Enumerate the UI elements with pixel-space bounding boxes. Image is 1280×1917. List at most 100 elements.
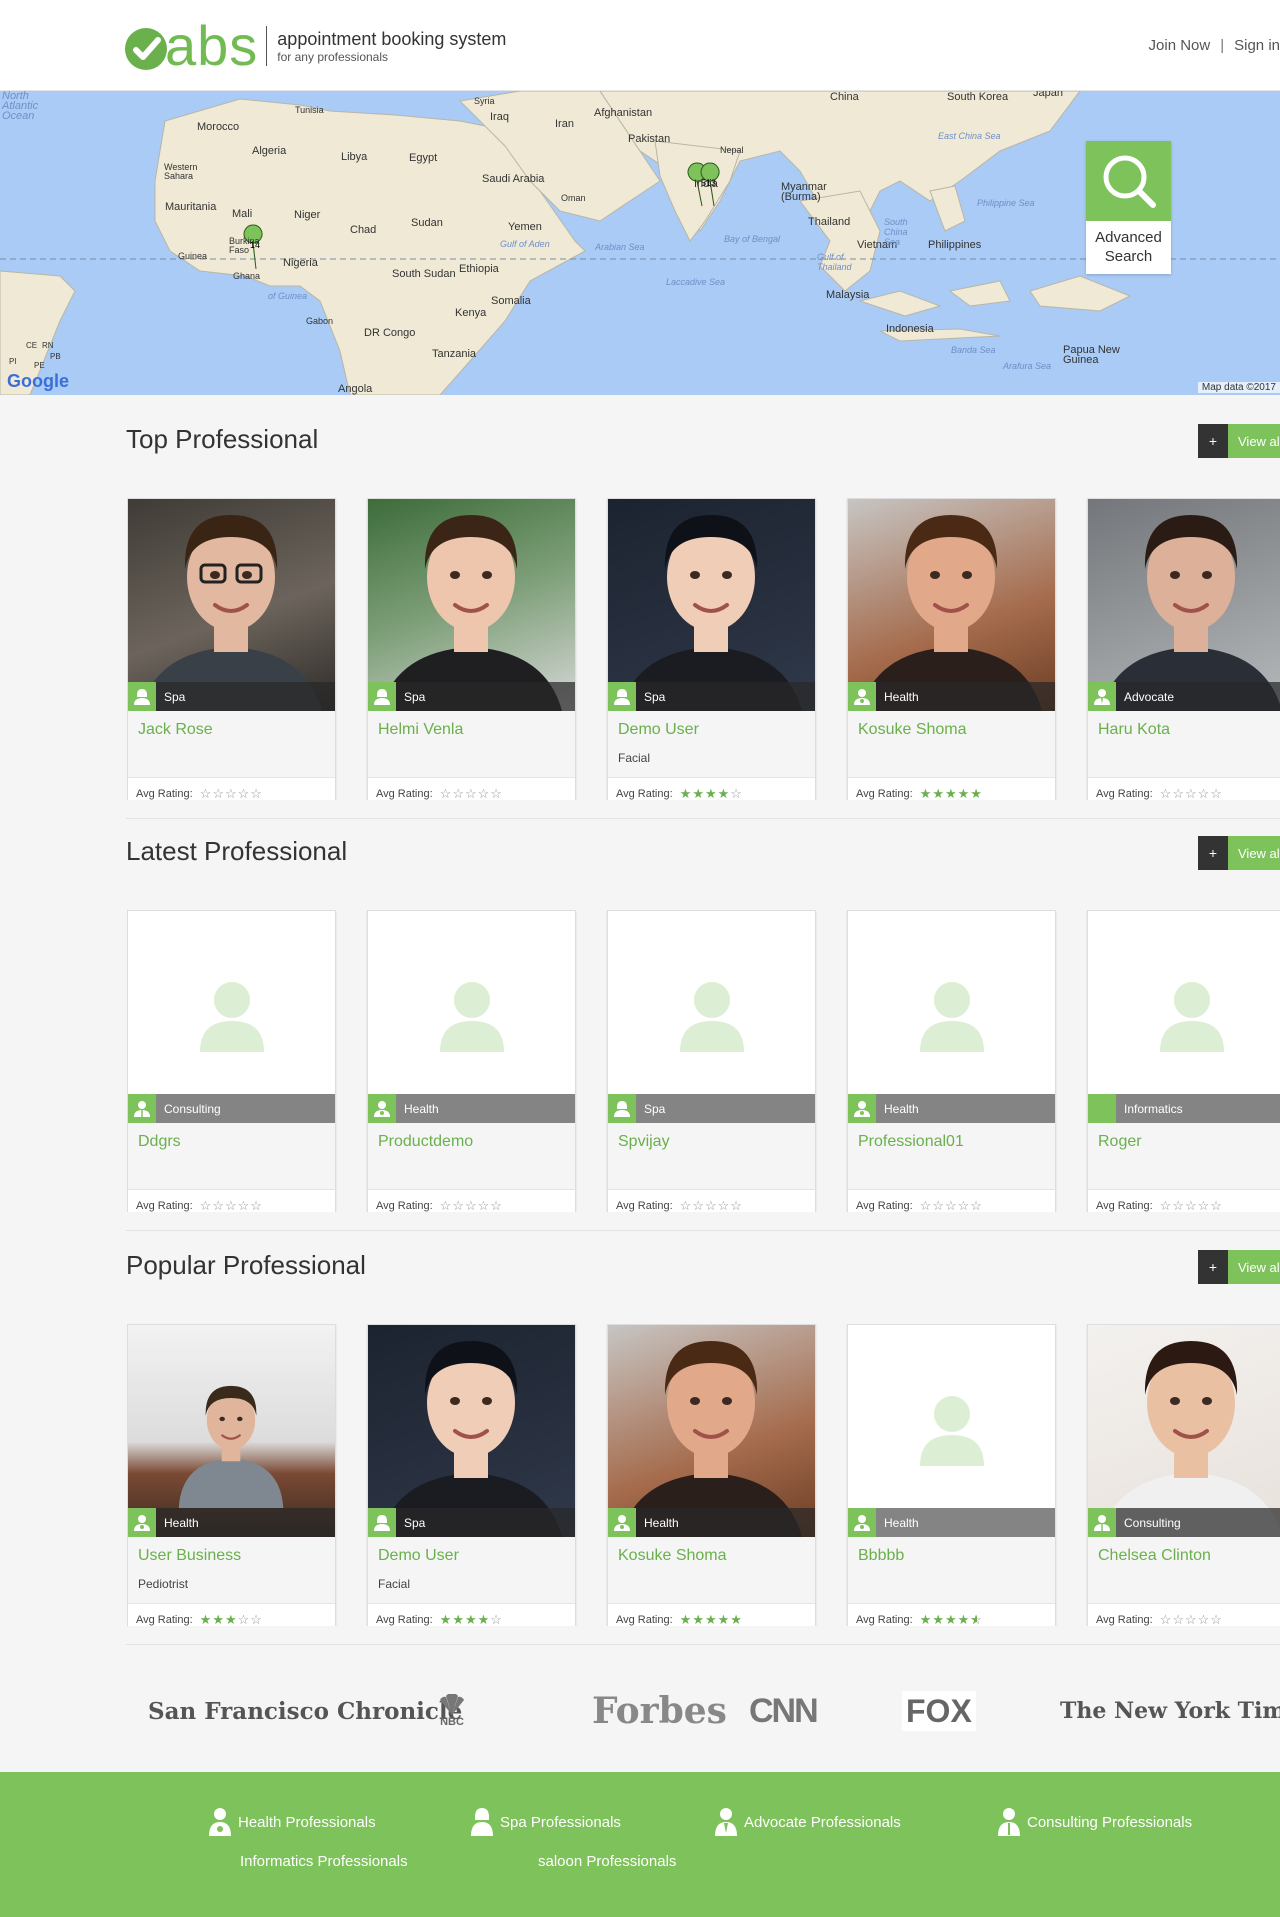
profile-photo[interactable]: Spa [128, 499, 335, 711]
category-label: Advocate [1124, 689, 1175, 704]
profile-portrait [620, 1341, 802, 1537]
professional-card[interactable]: Consulting Chelsea Clinton Avg Rating: ☆… [1087, 1324, 1280, 1626]
map-label: North Atlantic Ocean [2, 91, 39, 122]
profile-photo[interactable]: Health [848, 1325, 1055, 1537]
rating-label: Avg Rating: [376, 1200, 433, 1212]
default-avatar-icon [368, 911, 575, 1123]
footer-link-health[interactable]: Health Professionals [208, 1807, 376, 1837]
professional-name[interactable]: Demo User [608, 711, 815, 745]
professional-card[interactable]: Spa Spvijay Avg Rating: ☆☆☆☆☆ [607, 910, 816, 1212]
site-footer: Health Professionals Spa Professionals A… [0, 1772, 1280, 1917]
professional-name[interactable]: Bbbbb [848, 1537, 1055, 1571]
sign-in-link[interactable]: Sign in [1234, 37, 1280, 54]
footer-link-informatics[interactable]: Informatics Professionals [240, 1853, 408, 1870]
professional-card[interactable]: Spa Demo User Facial Avg Rating: ★★★★☆ [367, 1324, 576, 1626]
professional-specialty: Facial [618, 751, 651, 765]
professional-card[interactable]: Health Kosuke Shoma Avg Rating: ★★★★★ [847, 498, 1056, 800]
professional-name[interactable]: User Business [128, 1537, 335, 1571]
professional-card[interactable]: Spa Jack Rose Avg Rating: ☆☆☆☆☆ [127, 498, 336, 800]
professional-card[interactable]: Health Professional01 Avg Rating: ☆☆☆☆☆ [847, 910, 1056, 1212]
profile-photo[interactable]: Spa [608, 911, 815, 1123]
professional-card[interactable]: Health Bbbbb Avg Rating: ★★★★☆★ [847, 1324, 1056, 1626]
professional-name[interactable]: Jack Rose [128, 711, 335, 745]
professional-name[interactable]: Productdemo [368, 1123, 575, 1157]
profile-photo[interactable]: Spa [608, 499, 815, 711]
footer-link-consulting[interactable]: Consulting Professionals [997, 1807, 1192, 1837]
logo-wordmark: abs [165, 14, 259, 77]
professional-card[interactable]: Advocate Haru Kota Avg Rating: ☆☆☆☆☆ [1087, 498, 1280, 800]
professional-card[interactable]: Spa Helmi Venla Avg Rating: ☆☆☆☆☆ [367, 498, 576, 800]
profile-photo[interactable]: Spa [368, 1325, 575, 1537]
category-label: Informatics [1124, 1101, 1183, 1116]
category-label: Health [884, 689, 919, 704]
press-logo-nyt: The New York Times [1060, 1698, 1280, 1724]
professional-name[interactable]: Professional01 [848, 1123, 1055, 1157]
join-now-link[interactable]: Join Now [1149, 37, 1211, 54]
nav-divider: | [1220, 37, 1225, 54]
professional-card[interactable]: Spa Demo User Facial Avg Rating: ★★★★☆ [607, 498, 816, 800]
advanced-search-button[interactable]: Advanced Search [1086, 141, 1171, 274]
consulting-icon [998, 1808, 1020, 1836]
view-all-label: View all [1228, 836, 1280, 870]
professional-card[interactable]: Consulting Ddgrs Avg Rating: ☆☆☆☆☆ [127, 910, 336, 1212]
rating-label: Avg Rating: [136, 1200, 193, 1212]
profile-photo[interactable]: Health [368, 911, 575, 1123]
professional-specialty [368, 1157, 575, 1177]
map-attribution[interactable]: Map data ©2017 [1197, 382, 1280, 393]
category-bar: Health [848, 1094, 1055, 1123]
footer-link-spa[interactable]: Spa Professionals [470, 1807, 621, 1837]
footer-link-advocate[interactable]: Advocate Professionals [714, 1807, 901, 1837]
professional-name[interactable]: Spvijay [608, 1123, 815, 1157]
map-label: Myanmar (Burma) [781, 181, 827, 203]
map[interactable]: 5 13 14 North Atlantic Ocean Morocco Tun… [0, 91, 1280, 395]
profile-photo[interactable]: Informatics [1088, 911, 1280, 1123]
map-label: Indonesia [886, 323, 934, 335]
health-icon [848, 1508, 876, 1537]
map-label: Somalia [491, 295, 531, 307]
professional-name[interactable]: Chelsea Clinton [1088, 1537, 1280, 1571]
spa-icon [608, 682, 636, 711]
footer-link-label: Informatics Professionals [240, 1853, 408, 1870]
professional-card[interactable]: Health User Business Pediotrist Avg Rati… [127, 1324, 336, 1626]
view-all-button[interactable]: + View all [1198, 836, 1280, 870]
advocate-icon [1088, 682, 1116, 711]
professional-card[interactable]: Health Kosuke Shoma Avg Rating: ★★★★★ [607, 1324, 816, 1626]
category-bar: Consulting [1088, 1508, 1280, 1537]
footer-link-saloon[interactable]: saloon Professionals [538, 1853, 676, 1870]
rating-row: Avg Rating: ★★★★☆★ [848, 1603, 1055, 1626]
footer-link-label: Consulting Professionals [1027, 1813, 1193, 1831]
professional-card[interactable]: Informatics Roger Avg Rating: ☆☆☆☆☆ [1087, 910, 1280, 1212]
professional-name[interactable]: Haru Kota [1088, 711, 1280, 745]
professional-name[interactable]: Helmi Venla [368, 711, 575, 745]
category-label: Health [644, 1515, 679, 1530]
map-label: PI [9, 357, 17, 366]
category-label: Spa [404, 1515, 426, 1530]
map-label: China [830, 91, 859, 103]
professional-card[interactable]: Health Productdemo Avg Rating: ☆☆☆☆☆ [367, 910, 576, 1212]
profile-photo[interactable]: Health [848, 499, 1055, 711]
profile-photo[interactable]: Health [608, 1325, 815, 1537]
category-bar: Spa [368, 1508, 575, 1537]
view-all-button[interactable]: + View all [1198, 424, 1280, 458]
view-all-button[interactable]: + View all [1198, 1250, 1280, 1284]
logo[interactable]: abs appointment booking system for any p… [125, 14, 506, 77]
rating-row: Avg Rating: ☆☆☆☆☆ [1088, 1189, 1280, 1212]
profile-photo[interactable]: Advocate [1088, 499, 1280, 711]
profile-photo[interactable]: Health [128, 1325, 335, 1537]
footer-link-label: saloon Professionals [538, 1853, 677, 1870]
professional-name[interactable]: Roger [1088, 1123, 1280, 1157]
profile-photo[interactable]: Consulting [1088, 1325, 1280, 1537]
professional-name[interactable]: Kosuke Shoma [608, 1537, 815, 1571]
rating-label: Avg Rating: [136, 1614, 193, 1626]
profile-photo[interactable]: Health [848, 911, 1055, 1123]
rating-label: Avg Rating: [1096, 1200, 1153, 1212]
map-label: Thailand [808, 216, 851, 228]
profile-photo[interactable]: Consulting [128, 911, 335, 1123]
professional-name[interactable]: Demo User [368, 1537, 575, 1571]
profile-portrait [620, 515, 802, 711]
default-avatar-icon [1088, 911, 1280, 1123]
professional-name[interactable]: Ddgrs [128, 1123, 335, 1157]
professional-name[interactable]: Kosuke Shoma [848, 711, 1055, 745]
profile-photo[interactable]: Spa [368, 499, 575, 711]
map-label: Mauritania [165, 201, 217, 213]
